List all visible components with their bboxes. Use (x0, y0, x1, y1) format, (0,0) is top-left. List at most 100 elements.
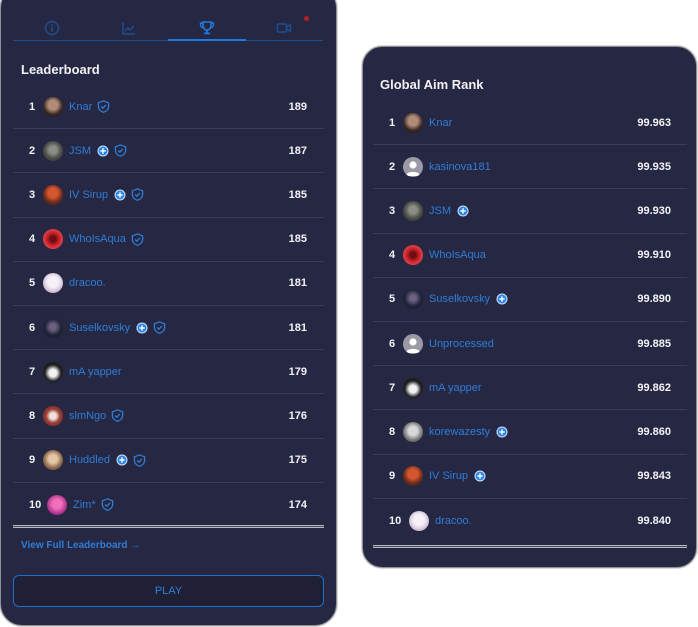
avatar[interactable] (43, 450, 63, 471)
table-row[interactable]: 5 Suselkovsky 99.890 (373, 278, 687, 322)
rank-number: 3 (389, 204, 396, 217)
player-name[interactable]: JSM (429, 205, 451, 217)
score-value: 99.862 (637, 381, 671, 394)
score-value: 99.843 (637, 470, 671, 483)
rank-number: 2 (389, 160, 396, 173)
player-name[interactable]: Suselkovsky (69, 322, 130, 334)
player-name[interactable]: IV Sirup (429, 470, 468, 482)
rank-number: 9 (389, 470, 396, 483)
table-row[interactable]: 1 Knar 99.963 (373, 101, 687, 146)
player-name[interactable]: dracoo. (435, 515, 472, 527)
table-row[interactable]: 9 IV Sirup 99.843 (373, 455, 687, 499)
avatar[interactable] (43, 361, 63, 382)
default-avatar-icon[interactable] (403, 156, 423, 177)
avatar[interactable] (43, 317, 63, 338)
player-name[interactable]: korewazesty (429, 426, 490, 438)
tab-info[interactable] (13, 15, 91, 40)
rank-number: 5 (29, 277, 36, 290)
global-aim-rank-card: Global Aim Rank 1 Knar 99.963 2 kasinova181 9… (362, 46, 697, 568)
table-row[interactable]: 4 WhoIsAqua 185 (13, 218, 324, 262)
avatar[interactable] (43, 405, 63, 426)
avatar[interactable] (403, 200, 423, 221)
player-name[interactable]: Unprocessed (429, 338, 494, 350)
score-value: 99.963 (637, 116, 671, 129)
player-name[interactable]: kasinova181 (429, 161, 491, 173)
player-name[interactable]: Suselkovsky (429, 293, 490, 305)
score-value: 174 (288, 498, 307, 511)
avatar[interactable] (43, 229, 63, 250)
avatar[interactable] (43, 140, 63, 161)
rank-number: 9 (29, 454, 36, 467)
table-row[interactable]: 2 JSM 187 (13, 129, 324, 174)
avatar[interactable] (43, 184, 63, 205)
score-value: 185 (288, 233, 307, 246)
table-row[interactable]: 10 Zim* 174 (13, 483, 324, 527)
player-name[interactable]: mA yapper (69, 366, 122, 378)
table-row[interactable]: 8 korewazesty 99.860 (373, 410, 687, 455)
avatar[interactable] (403, 421, 423, 442)
view-full-leaderboard-link[interactable]: View Full Leaderboard → (21, 540, 140, 551)
player-name[interactable]: dracoo. (69, 277, 106, 289)
player-name[interactable]: Knar (429, 117, 452, 129)
avatar[interactable] (43, 96, 63, 117)
table-row[interactable]: 7 mA yapper 179 (13, 350, 324, 395)
rank-number: 6 (389, 337, 396, 350)
leaderboard-title: Leaderboard (21, 62, 100, 77)
list-divider (13, 525, 324, 528)
avatar[interactable] (409, 510, 429, 531)
player-name[interactable]: mA yapper (429, 382, 482, 394)
verified-shield-icon (131, 188, 144, 202)
avatar[interactable] (403, 377, 423, 398)
score-value: 99.860 (637, 425, 671, 438)
player-name[interactable]: Zim* (73, 499, 96, 511)
player-name[interactable]: Huddled (69, 454, 110, 466)
plus-badge-icon (457, 205, 469, 217)
plus-badge-icon (496, 426, 508, 438)
avatar[interactable] (403, 466, 423, 487)
avatar[interactable] (403, 245, 423, 266)
tab-leaderboard[interactable] (168, 15, 246, 41)
avatar[interactable] (403, 289, 423, 310)
table-row[interactable]: 2 kasinova181 99.935 (373, 145, 687, 190)
score-value: 99.840 (637, 514, 671, 527)
player-name[interactable]: IV Sirup (69, 189, 108, 201)
player-name[interactable]: Knar (69, 101, 92, 113)
table-row[interactable]: 3 IV Sirup 185 (13, 173, 324, 218)
avatar[interactable] (43, 273, 63, 294)
rank-number: 7 (389, 381, 396, 394)
table-row[interactable]: 9 Huddled 175 (13, 439, 324, 483)
table-row[interactable]: 1 Knar 189 (13, 85, 324, 130)
verified-shield-icon (133, 453, 146, 467)
table-row[interactable]: 6 Unprocessed 99.885 (373, 322, 687, 367)
table-row[interactable]: 7 mA yapper 99.862 (373, 366, 687, 411)
default-avatar-icon[interactable] (403, 333, 423, 354)
table-row[interactable]: 6 Suselkovsky 181 (13, 306, 324, 351)
tab-stats[interactable] (91, 15, 169, 40)
plus-badge-icon (116, 454, 128, 466)
play-button[interactable]: PLAY (13, 575, 324, 607)
plus-badge-icon (97, 145, 109, 157)
global-aim-rank-list: 1 Knar 99.963 2 kasinova181 99.935 3 JSM 99.930 4… (373, 101, 687, 543)
player-name[interactable]: slmNgo (69, 410, 106, 422)
verified-shield-icon (111, 409, 124, 423)
avatar[interactable] (47, 494, 67, 515)
table-row[interactable]: 8 slmNgo 176 (13, 394, 324, 439)
rank-number: 8 (29, 409, 36, 422)
player-name[interactable]: WhoIsAqua (429, 249, 486, 261)
plus-badge-icon (136, 322, 148, 334)
table-row[interactable]: 4 WhoIsAqua 99.910 (373, 234, 687, 278)
rank-number: 7 (29, 365, 36, 378)
player-name[interactable]: JSM (69, 145, 91, 157)
player-name[interactable]: WhoIsAqua (69, 233, 126, 245)
table-row[interactable]: 10 dracoo. 99.840 (373, 499, 687, 543)
table-row[interactable]: 3 JSM 99.930 (373, 189, 687, 234)
avatar[interactable] (403, 112, 423, 133)
score-value: 99.930 (637, 204, 671, 217)
plus-badge-icon (496, 293, 508, 305)
rank-number: 2 (29, 144, 36, 157)
verified-shield-icon (101, 498, 114, 512)
tab-video[interactable] (246, 15, 324, 40)
table-row[interactable]: 5 dracoo. 181 (13, 262, 324, 306)
score-value: 181 (288, 321, 307, 334)
plus-badge-icon (114, 189, 126, 201)
